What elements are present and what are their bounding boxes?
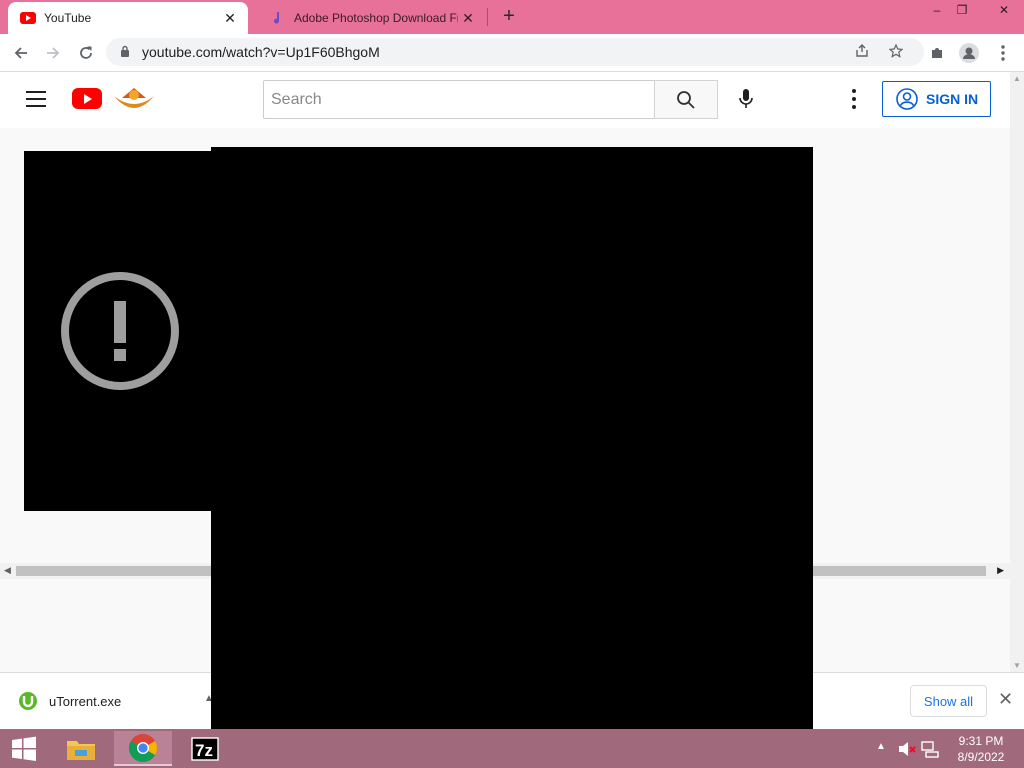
taskbar-app-6[interactable] bbox=[362, 731, 420, 766]
tab-close-icon[interactable]: ✕ bbox=[458, 10, 478, 27]
forward-button[interactable] bbox=[40, 40, 66, 66]
profile-button[interactable] bbox=[956, 40, 982, 66]
share-icon[interactable] bbox=[852, 43, 872, 63]
windows-logo-icon bbox=[12, 736, 36, 761]
clock-time: 9:31 PM bbox=[958, 734, 1004, 748]
reload-icon bbox=[80, 46, 92, 59]
clock-date: 8/9/2022 bbox=[957, 750, 1005, 764]
tab-label: YouTube bbox=[44, 11, 92, 25]
search-input[interactable]: Search bbox=[263, 80, 655, 119]
scroll-up-arrow-icon[interactable]: ▲ bbox=[1013, 74, 1021, 83]
sign-in-label: SIGN IN bbox=[926, 91, 979, 107]
7zip-task-button[interactable]: 7z bbox=[176, 731, 234, 766]
tab-photoshop[interactable]: Adobe Photoshop Download Fre ✕ bbox=[258, 2, 486, 34]
file-explorer-task-button[interactable] bbox=[52, 731, 110, 766]
system-clock[interactable]: 9:31 PM 8/9/2022 bbox=[948, 733, 1014, 765]
scroll-left-arrow-icon[interactable]: ◀ bbox=[4, 565, 11, 576]
chrome-task-button[interactable] bbox=[114, 731, 172, 766]
download-file-name: uTorrent.exe bbox=[49, 693, 122, 709]
vertical-dots-icon bbox=[1001, 45, 1005, 61]
guide-menu-button[interactable] bbox=[26, 91, 46, 107]
arrow-right-icon bbox=[47, 47, 60, 59]
youtube-logo[interactable] bbox=[72, 88, 102, 109]
taskbar-app-8[interactable] bbox=[486, 731, 544, 766]
browser-menu-button[interactable] bbox=[990, 40, 1016, 66]
taskbar-app-10[interactable] bbox=[610, 731, 668, 766]
redaction-overlay bbox=[211, 147, 813, 754]
extensions-button[interactable] bbox=[924, 40, 950, 66]
close-window-button[interactable]: ✕ bbox=[984, 0, 1024, 22]
voice-search-button[interactable] bbox=[731, 84, 761, 114]
settings-menu-button[interactable] bbox=[846, 89, 862, 109]
network-icon[interactable] bbox=[921, 740, 939, 758]
url-text: youtube.com/watch?v=Up1F60BhgoM bbox=[142, 44, 380, 60]
start-button[interactable] bbox=[0, 729, 48, 768]
7zip-icon: 7z bbox=[191, 736, 219, 761]
volume-muted-icon[interactable] bbox=[897, 740, 917, 758]
download-item[interactable]: uTorrent.exe bbox=[18, 691, 121, 711]
bookmark-star-icon[interactable] bbox=[886, 43, 906, 63]
doodle-logo-icon[interactable] bbox=[112, 86, 156, 112]
new-tab-button[interactable]: + bbox=[498, 6, 520, 28]
browser-tab-bar: YouTube ✕ Adobe Photoshop Download Fre ✕… bbox=[0, 0, 1024, 34]
restore-button[interactable]: ❐ bbox=[947, 0, 977, 22]
youtube-header: Search SIGN IN bbox=[0, 72, 1010, 128]
arrow-left-icon bbox=[14, 47, 27, 59]
utorrent-icon bbox=[19, 692, 37, 710]
svg-text:7z: 7z bbox=[195, 741, 213, 760]
chrome-icon bbox=[129, 733, 157, 762]
search-button[interactable] bbox=[654, 80, 718, 119]
account-circle-icon bbox=[896, 88, 918, 110]
avatar-icon bbox=[959, 43, 979, 63]
tab-youtube[interactable]: YouTube ✕ bbox=[8, 2, 248, 34]
taskbar-app-7[interactable] bbox=[424, 731, 482, 766]
tab-close-icon[interactable]: ✕ bbox=[220, 10, 240, 27]
back-button[interactable] bbox=[8, 40, 34, 66]
folder-icon bbox=[67, 740, 95, 760]
puzzle-icon bbox=[932, 48, 942, 58]
microphone-icon bbox=[739, 89, 753, 108]
error-exclamation-icon bbox=[61, 272, 179, 390]
taskbar-app-5[interactable] bbox=[300, 731, 358, 766]
close-download-bar-icon[interactable]: ✕ bbox=[998, 689, 1013, 710]
page-vertical-scrollbar[interactable]: ▲ ▼ bbox=[1010, 72, 1024, 672]
show-all-button[interactable]: Show all bbox=[910, 685, 987, 717]
youtube-favicon-icon bbox=[20, 10, 36, 26]
scroll-right-arrow-icon[interactable]: ▶ bbox=[997, 565, 1004, 576]
lock-icon[interactable] bbox=[120, 45, 134, 60]
tab-separator bbox=[487, 8, 488, 26]
scroll-down-arrow-icon[interactable]: ▼ bbox=[1013, 661, 1021, 670]
taskbar-app-11[interactable] bbox=[672, 731, 730, 766]
windows-taskbar: 7z ▲ 9:31 PM 8/9/2022 bbox=[0, 729, 1024, 768]
browser-toolbar: youtube.com/watch?v=Up1F60BhgoM bbox=[0, 34, 1024, 72]
search-icon bbox=[677, 90, 695, 109]
taskbar-app-4[interactable] bbox=[238, 731, 296, 766]
reload-button[interactable] bbox=[73, 40, 99, 66]
music-note-icon bbox=[270, 10, 286, 26]
taskbar-app-9[interactable] bbox=[548, 731, 606, 766]
show-hidden-icons-icon[interactable]: ▲ bbox=[876, 741, 886, 752]
address-bar[interactable]: youtube.com/watch?v=Up1F60BhgoM bbox=[106, 38, 924, 66]
sign-in-button[interactable]: SIGN IN bbox=[882, 81, 991, 117]
tab-label: Adobe Photoshop Download Fre bbox=[294, 11, 458, 25]
